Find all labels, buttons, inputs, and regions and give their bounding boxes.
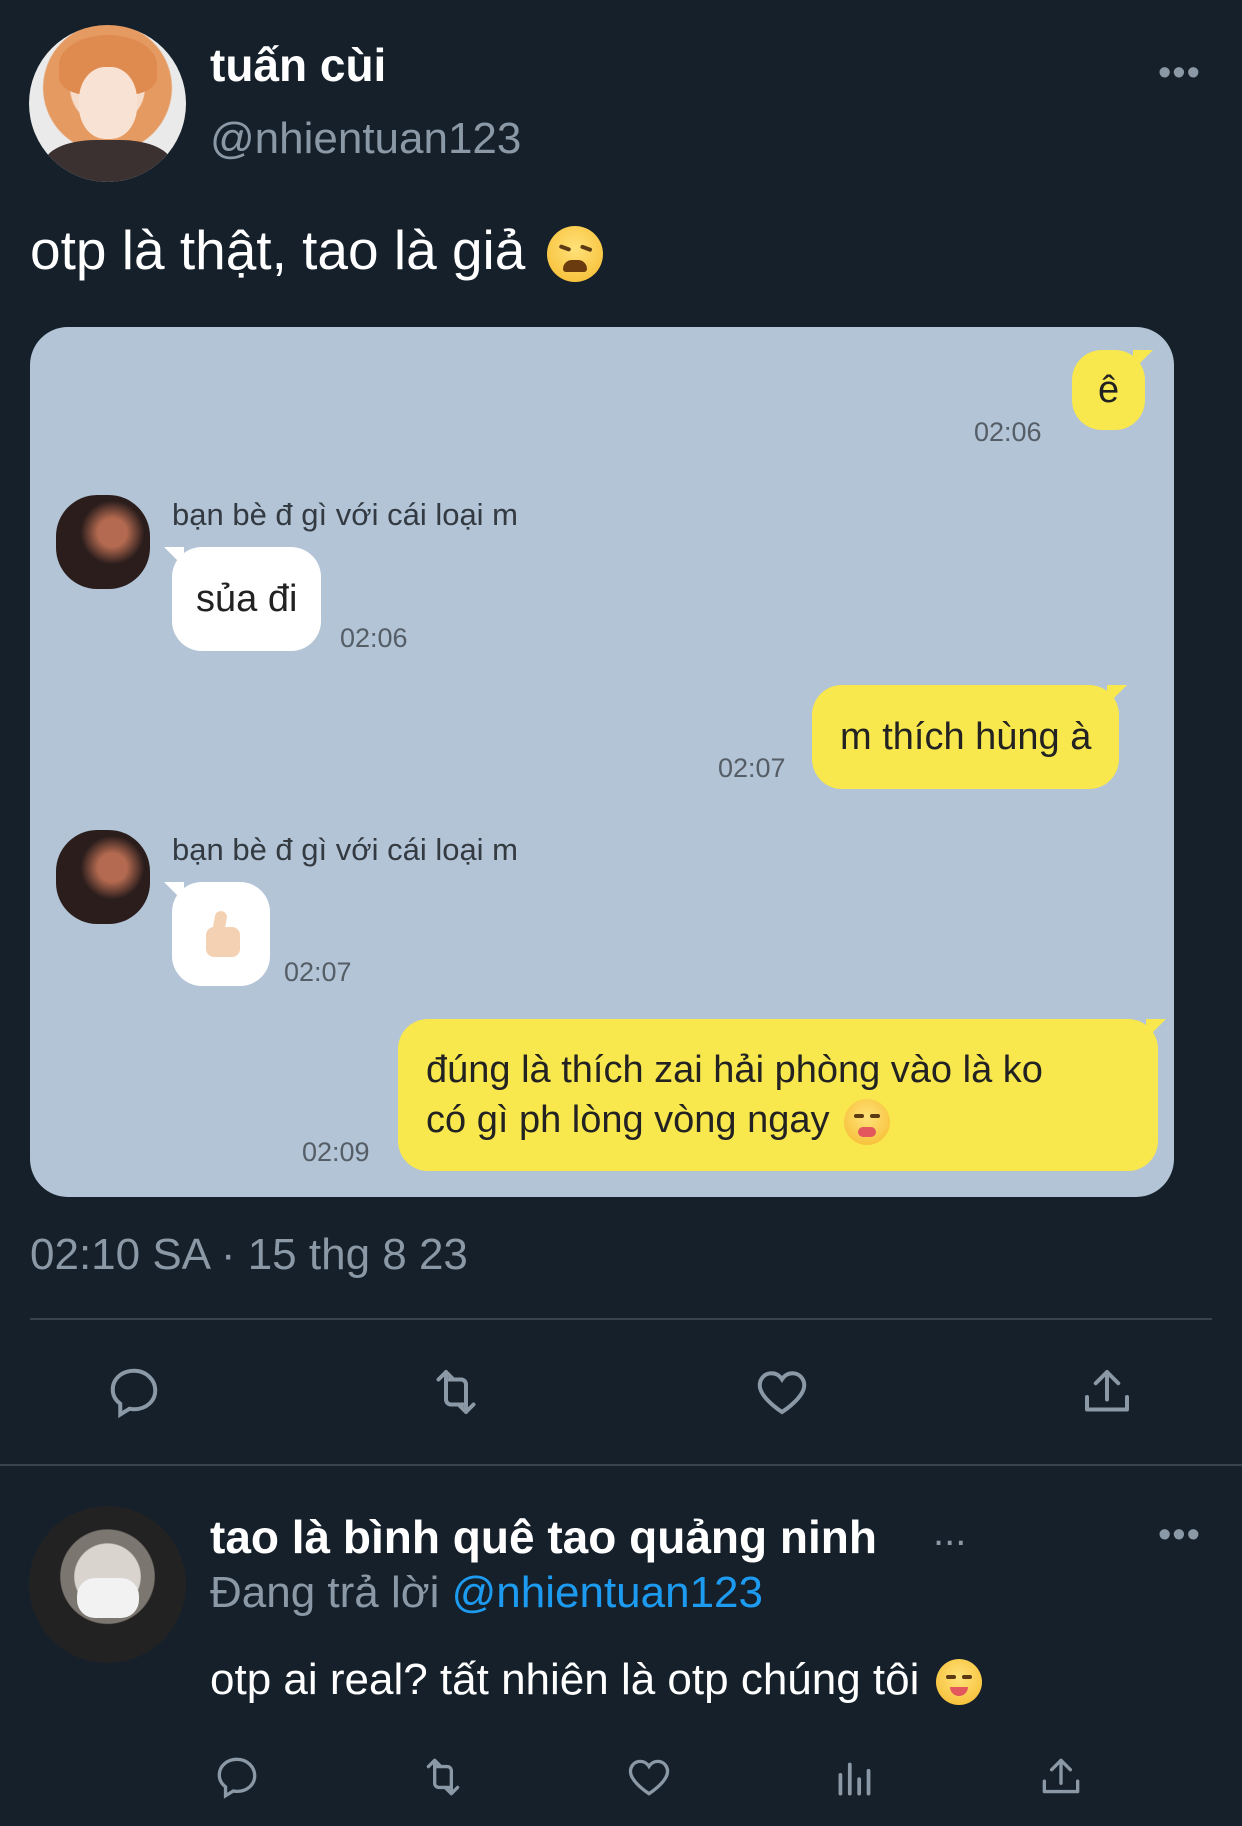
- reply-tweet-text: otp ai real? tất nhiên là otp chúng tôi: [210, 1655, 982, 1706]
- contact-name: bạn bè đ gì với cái loại m: [172, 832, 519, 867]
- face-savoring-food-emoji-icon: [935, 1659, 982, 1706]
- retweet-icon[interactable]: [418, 1752, 468, 1802]
- tweet-text: otp là thật, tao là giả: [30, 218, 603, 283]
- replying-to-label: Đang trả lời: [210, 1568, 440, 1617]
- message-text-line-1: đúng là thích zai hải phòng vào là ko: [426, 1049, 1043, 1091]
- message-text-line-2-content: có gì ph lòng vòng ngay: [426, 1099, 830, 1141]
- contact-avatar: [56, 830, 150, 924]
- winking-face-emoji-icon: [844, 1098, 891, 1145]
- tweet-timestamp[interactable]: 02:10 SA · 15 thg 8 23: [30, 1230, 468, 1280]
- thumbs-up-icon: [196, 909, 246, 959]
- message-bubble-outgoing: ê: [1072, 350, 1154, 430]
- message-bubble-outgoing: đúng là thích zai hải phòng vào là ko có…: [398, 1019, 1166, 1171]
- message-bubble-outgoing: m thích hùng à: [812, 685, 1128, 789]
- reply-tweet-text-content: otp ai real? tất nhiên là otp chúng tôi: [210, 1655, 920, 1704]
- reply-author-avatar[interactable]: [29, 1506, 186, 1663]
- message-text-line-2: có gì ph lòng vòng ngay: [426, 1095, 891, 1145]
- reply-more-options-icon[interactable]: •••: [1158, 1514, 1201, 1557]
- analytics-icon[interactable]: [830, 1752, 880, 1802]
- replying-to: Đang trả lời @nhientuan123: [210, 1568, 763, 1618]
- message-time: 02:07: [284, 957, 352, 987]
- message-text: sủa đi: [196, 578, 298, 620]
- truncation-ellipsis: ...: [933, 1510, 967, 1554]
- message-time: 02:07: [718, 753, 786, 783]
- author-avatar[interactable]: [29, 25, 186, 182]
- author-handle[interactable]: @nhientuan123: [210, 114, 521, 164]
- more-options-icon[interactable]: •••: [1158, 52, 1201, 95]
- like-icon[interactable]: [752, 1362, 812, 1422]
- message-time: 02:06: [974, 417, 1042, 447]
- share-icon[interactable]: [1077, 1362, 1137, 1422]
- message-time: 02:06: [340, 623, 408, 653]
- contact-name: bạn bè đ gì với cái loại m: [172, 497, 519, 532]
- share-icon[interactable]: [1036, 1752, 1086, 1802]
- divider: [0, 1464, 1242, 1466]
- message-time: 02:09: [302, 1137, 370, 1167]
- replying-to-handle-link[interactable]: @nhientuan123: [452, 1568, 763, 1617]
- like-icon[interactable]: [624, 1752, 674, 1802]
- message-bubble-incoming: [164, 882, 270, 986]
- reply-icon[interactable]: [212, 1752, 262, 1802]
- message-bubble-incoming: sủa đi: [163, 547, 322, 651]
- tweet-text-content: otp là thật, tao là giả: [30, 219, 526, 281]
- divider: [30, 1318, 1212, 1320]
- retweet-icon[interactable]: [426, 1362, 486, 1422]
- message-text: m thích hùng à: [840, 716, 1092, 758]
- contact-avatar: [56, 495, 150, 589]
- tweet-media-image[interactable]: 02:06 ê bạn bè đ gì với cái loại m sủa đ…: [30, 327, 1174, 1197]
- author-display-name[interactable]: tuấn cùi: [210, 38, 386, 92]
- reply-author-display-name[interactable]: tao là bình quê tao quảng ninh: [210, 1510, 877, 1564]
- message-text: ê: [1098, 369, 1120, 411]
- reply-icon[interactable]: [104, 1362, 164, 1422]
- weary-face-emoji-icon: [546, 226, 603, 283]
